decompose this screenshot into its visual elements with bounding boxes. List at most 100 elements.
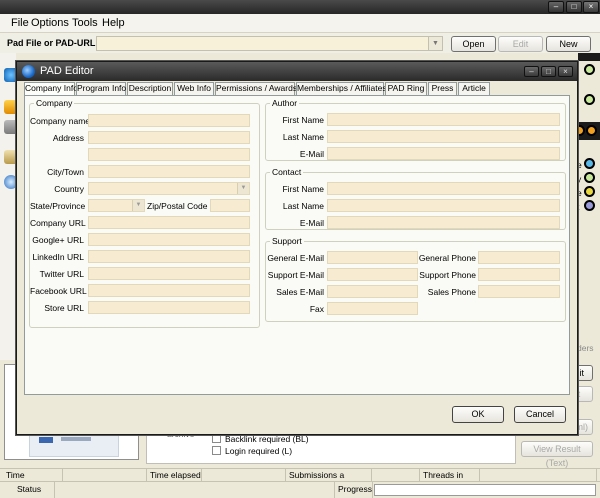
country-label: Country — [54, 184, 84, 194]
open-button[interactable]: Open — [451, 36, 496, 52]
backlink-label: Backlink required (BL) — [225, 434, 309, 444]
status-value — [55, 482, 335, 498]
menu-options[interactable]: Options — [31, 17, 69, 29]
general-phone-label: General Phone — [418, 253, 476, 263]
author-first-name-field[interactable] — [327, 113, 560, 126]
store-url-label: Store URL — [44, 303, 84, 313]
menu-bar: File Options Tools Help — [0, 14, 600, 33]
twitter-url-field[interactable] — [88, 267, 250, 280]
minimize-button[interactable]: – — [548, 1, 564, 13]
address-field[interactable] — [88, 131, 250, 144]
support-email-label: Support E-Mail — [267, 270, 324, 280]
pad-file-combo[interactable]: ▼ — [96, 36, 443, 51]
chevron-down-icon[interactable]: ▼ — [428, 37, 442, 50]
cancel-button[interactable]: Cancel — [514, 406, 566, 423]
twitter-url-label: Twitter URL — [39, 269, 84, 279]
pad-editor-dialog: PAD Editor – □ × Company Info Program In… — [16, 61, 578, 435]
status-dot — [584, 172, 595, 183]
ok-button[interactable]: OK — [452, 406, 504, 423]
close-button[interactable]: × — [558, 66, 573, 77]
zip-field[interactable] — [210, 199, 250, 212]
zip-label: Zip/Postal Code — [147, 201, 208, 211]
contact-last-name-label: Last Name — [282, 201, 324, 211]
company-url-label: Company URL — [30, 218, 86, 228]
contact-last-name-field[interactable] — [327, 199, 560, 212]
company-name-field[interactable] — [88, 114, 250, 127]
maximize-button[interactable]: □ — [566, 1, 582, 13]
menu-file[interactable]: File — [11, 17, 29, 29]
chevron-down-icon[interactable]: ▼ — [132, 200, 144, 211]
google-url-field[interactable] — [88, 233, 250, 246]
pad-file-label: Pad File or PAD-URL — [7, 38, 96, 48]
status-dot — [584, 200, 595, 211]
support-group-title: Support — [270, 236, 304, 246]
google-url-label: Google+ URL — [32, 235, 84, 245]
bg-text: ders — [577, 343, 594, 353]
company-group-title: Company — [34, 98, 75, 108]
time-remaining-value — [63, 469, 147, 481]
contact-group-title: Contact — [270, 167, 304, 177]
status-dot — [584, 158, 595, 169]
submissions-label: Submissions a minute — [286, 469, 372, 492]
address-field-2[interactable] — [88, 148, 250, 161]
status-dot — [584, 64, 595, 75]
contact-email-field[interactable] — [327, 216, 560, 229]
tab-article[interactable]: Article — [458, 82, 490, 95]
support-group: Support General E-Mail Support E-Mail Sa… — [265, 236, 566, 322]
close-button[interactable]: × — [583, 1, 599, 13]
linkedin-url-label: LinkedIn URL — [32, 252, 84, 262]
tab-company-info[interactable]: Company Info — [24, 82, 78, 96]
fax-label: Fax — [309, 304, 324, 314]
author-last-name-field[interactable] — [327, 130, 560, 143]
store-url-field[interactable] — [88, 301, 250, 314]
threads-value — [480, 469, 597, 481]
contact-first-name-field[interactable] — [327, 182, 560, 195]
threads-label: Threads in use — [420, 469, 480, 492]
city-label: City/Town — [47, 167, 84, 177]
tab-memberships-affiliates[interactable]: Memberships / Affiliates — [296, 82, 387, 95]
backlink-checkbox[interactable] — [212, 434, 221, 443]
edit-button[interactable]: Edit — [498, 36, 543, 52]
city-field[interactable] — [88, 165, 250, 178]
general-email-field[interactable] — [327, 251, 418, 264]
tab-press[interactable]: Press — [428, 82, 457, 95]
tab-pad-ring[interactable]: PAD Ring — [385, 82, 427, 95]
sales-phone-field[interactable] — [478, 285, 560, 298]
linkedin-url-field[interactable] — [88, 250, 250, 263]
tab-permissions-awards[interactable]: Permissions / Awards — [215, 82, 297, 95]
contact-email-label: E-Mail — [299, 218, 324, 228]
view-result-button[interactable]: View Result (Text) — [521, 441, 593, 468]
state-label: State/Province — [30, 201, 86, 211]
support-email-field[interactable] — [327, 268, 418, 281]
general-email-label: General E-Mail — [267, 253, 324, 263]
progress-label: Progress — [335, 482, 373, 498]
tab-program-info[interactable]: Program Info — [76, 82, 126, 95]
menu-tools[interactable]: Tools — [72, 17, 98, 29]
status-label: Status — [3, 482, 55, 498]
author-email-field[interactable] — [327, 147, 560, 160]
state-select[interactable]: ▼ — [88, 199, 145, 212]
author-group-title: Author — [270, 98, 300, 108]
right-strip — [578, 53, 600, 61]
maximize-button[interactable]: □ — [541, 66, 556, 77]
company-info-panel: Company Company name Address City/Town C… — [24, 95, 570, 395]
minimize-button[interactable]: – — [524, 66, 539, 77]
tab-description[interactable]: Description — [127, 82, 173, 95]
country-select[interactable]: ▼ — [88, 182, 250, 195]
tab-web-info[interactable]: Web Info — [174, 82, 214, 95]
dialog-title: PAD Editor — [40, 65, 94, 77]
fax-field[interactable] — [327, 302, 418, 315]
login-checkbox[interactable] — [212, 446, 221, 455]
new-button[interactable]: New — [546, 36, 591, 52]
sales-email-field[interactable] — [327, 285, 418, 298]
facebook-url-field[interactable] — [88, 284, 250, 297]
chevron-down-icon[interactable]: ▼ — [237, 183, 249, 194]
contact-first-name-label: First Name — [282, 184, 324, 194]
general-phone-field[interactable] — [478, 251, 560, 264]
sales-email-label: Sales E-Mail — [276, 287, 324, 297]
author-last-name-label: Last Name — [282, 132, 324, 142]
company-url-field[interactable] — [88, 216, 250, 229]
support-phone-field[interactable] — [478, 268, 560, 281]
support-phone-label: Support Phone — [419, 270, 476, 280]
menu-help[interactable]: Help — [102, 17, 125, 29]
